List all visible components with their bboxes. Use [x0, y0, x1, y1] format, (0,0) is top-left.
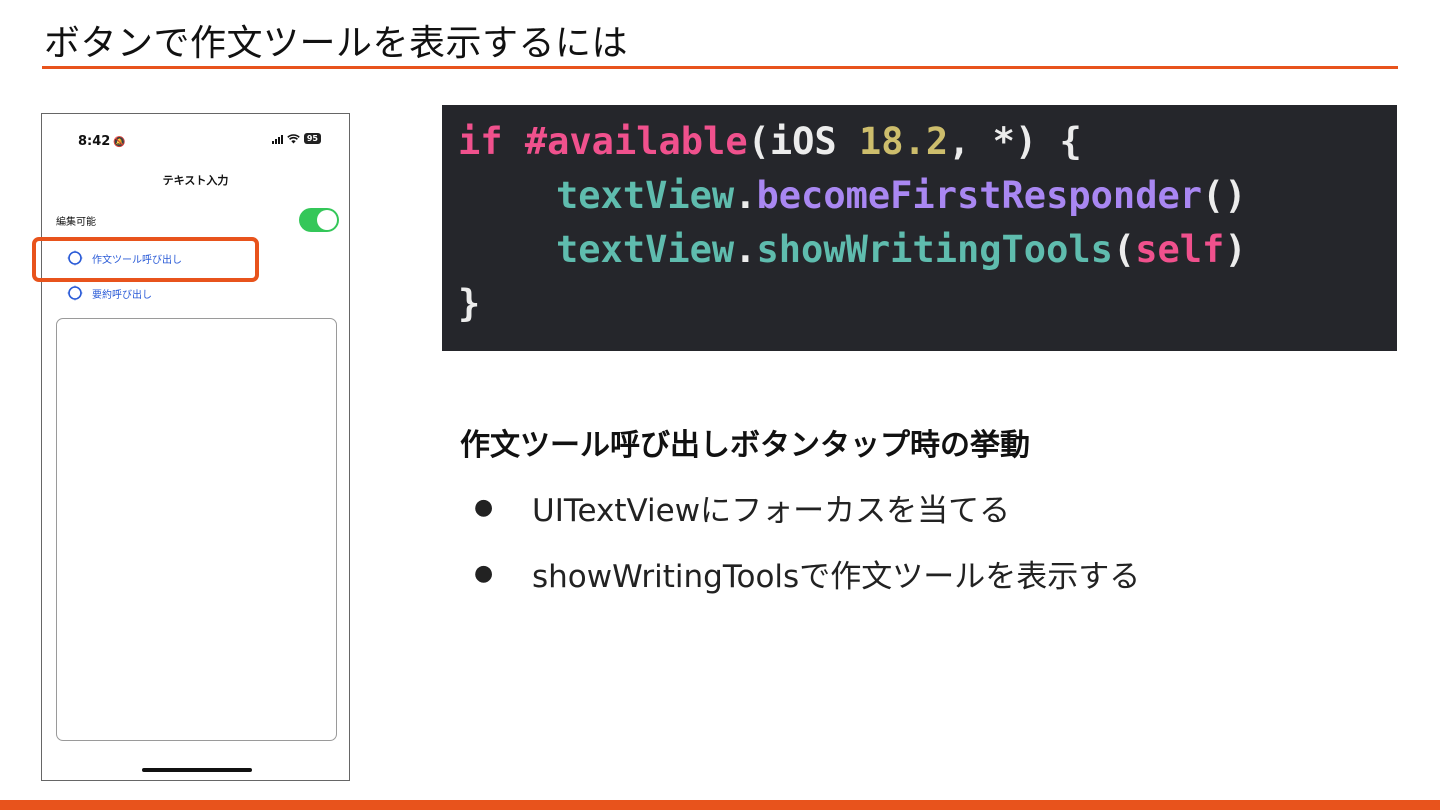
code-token: self — [1135, 228, 1225, 271]
status-bar-time: 8:42 🔕 — [78, 134, 126, 149]
code-line: textView.becomeFirstResponder() — [556, 169, 1247, 223]
sparkle-icon — [66, 284, 84, 302]
title-underline — [42, 66, 1398, 69]
code-token: ( — [1112, 228, 1136, 271]
code-token: . — [734, 174, 757, 217]
text-view[interactable] — [56, 318, 337, 741]
code-token: 18.2 — [859, 120, 949, 163]
code-token: #available — [524, 120, 748, 163]
code-token: showWritingTools — [756, 228, 1113, 271]
code-line: textView.showWritingTools(self) — [556, 223, 1247, 277]
summary-button[interactable]: 要約呼び出し — [66, 284, 152, 302]
summary-label: 要約呼び出し — [92, 289, 152, 301]
editable-label: 編集可能 — [56, 217, 96, 228]
code-block: if #available(iOS 18.2, *) { textView.be… — [442, 105, 1397, 351]
code-token: , *) { — [948, 120, 1082, 163]
bullet-list: ● UITextViewにフォーカスを当てる ● showWritingTool… — [474, 480, 1140, 612]
status-time-text: 8:42 — [78, 134, 111, 149]
bullet-dot: ● — [474, 494, 494, 520]
bullet-dot: ● — [474, 560, 494, 586]
code-token: if — [458, 120, 503, 163]
bottom-accent-bar — [0, 800, 1440, 810]
bullet-item: ● showWritingToolsで作文ツールを表示する — [474, 546, 1140, 600]
code-token: textView — [556, 228, 735, 271]
code-line: if #available(iOS 18.2, *) { — [458, 115, 1082, 169]
signal-icon — [271, 134, 283, 144]
slide-title: ボタンで作文ツールを表示するには — [44, 23, 629, 64]
wifi-icon — [287, 133, 300, 144]
code-token: textView — [556, 174, 735, 217]
status-bar-icons: 95 — [271, 133, 321, 144]
phone-screenshot: 8:42 🔕 95 テキスト入力 編集可能 作文ツール呼び出し 要約呼び出し — [41, 113, 350, 781]
code-token: becomeFirstResponder — [756, 174, 1203, 217]
code-line: } — [458, 277, 480, 331]
code-token: ) — [1224, 228, 1247, 271]
bullet-text: showWritingToolsで作文ツールを表示する — [532, 558, 1141, 595]
highlight-box — [32, 237, 259, 282]
bullet-item: ● UITextViewにフォーカスを当てる — [474, 480, 1140, 534]
bullet-text: UITextViewにフォーカスを当てる — [532, 492, 1011, 529]
nav-title: テキスト入力 — [162, 174, 229, 187]
code-token: (iOS — [747, 120, 859, 163]
toggle-knob — [317, 210, 337, 230]
home-indicator — [142, 768, 252, 772]
editable-toggle[interactable] — [299, 208, 339, 232]
code-token: . — [734, 228, 757, 271]
code-token: } — [458, 282, 481, 325]
code-token: () — [1202, 174, 1247, 217]
bell-slash-icon: 🔕 — [113, 137, 126, 148]
section-heading: 作文ツール呼び出しボタンタップ時の挙動 — [460, 428, 1030, 463]
battery-icon: 95 — [303, 133, 321, 144]
